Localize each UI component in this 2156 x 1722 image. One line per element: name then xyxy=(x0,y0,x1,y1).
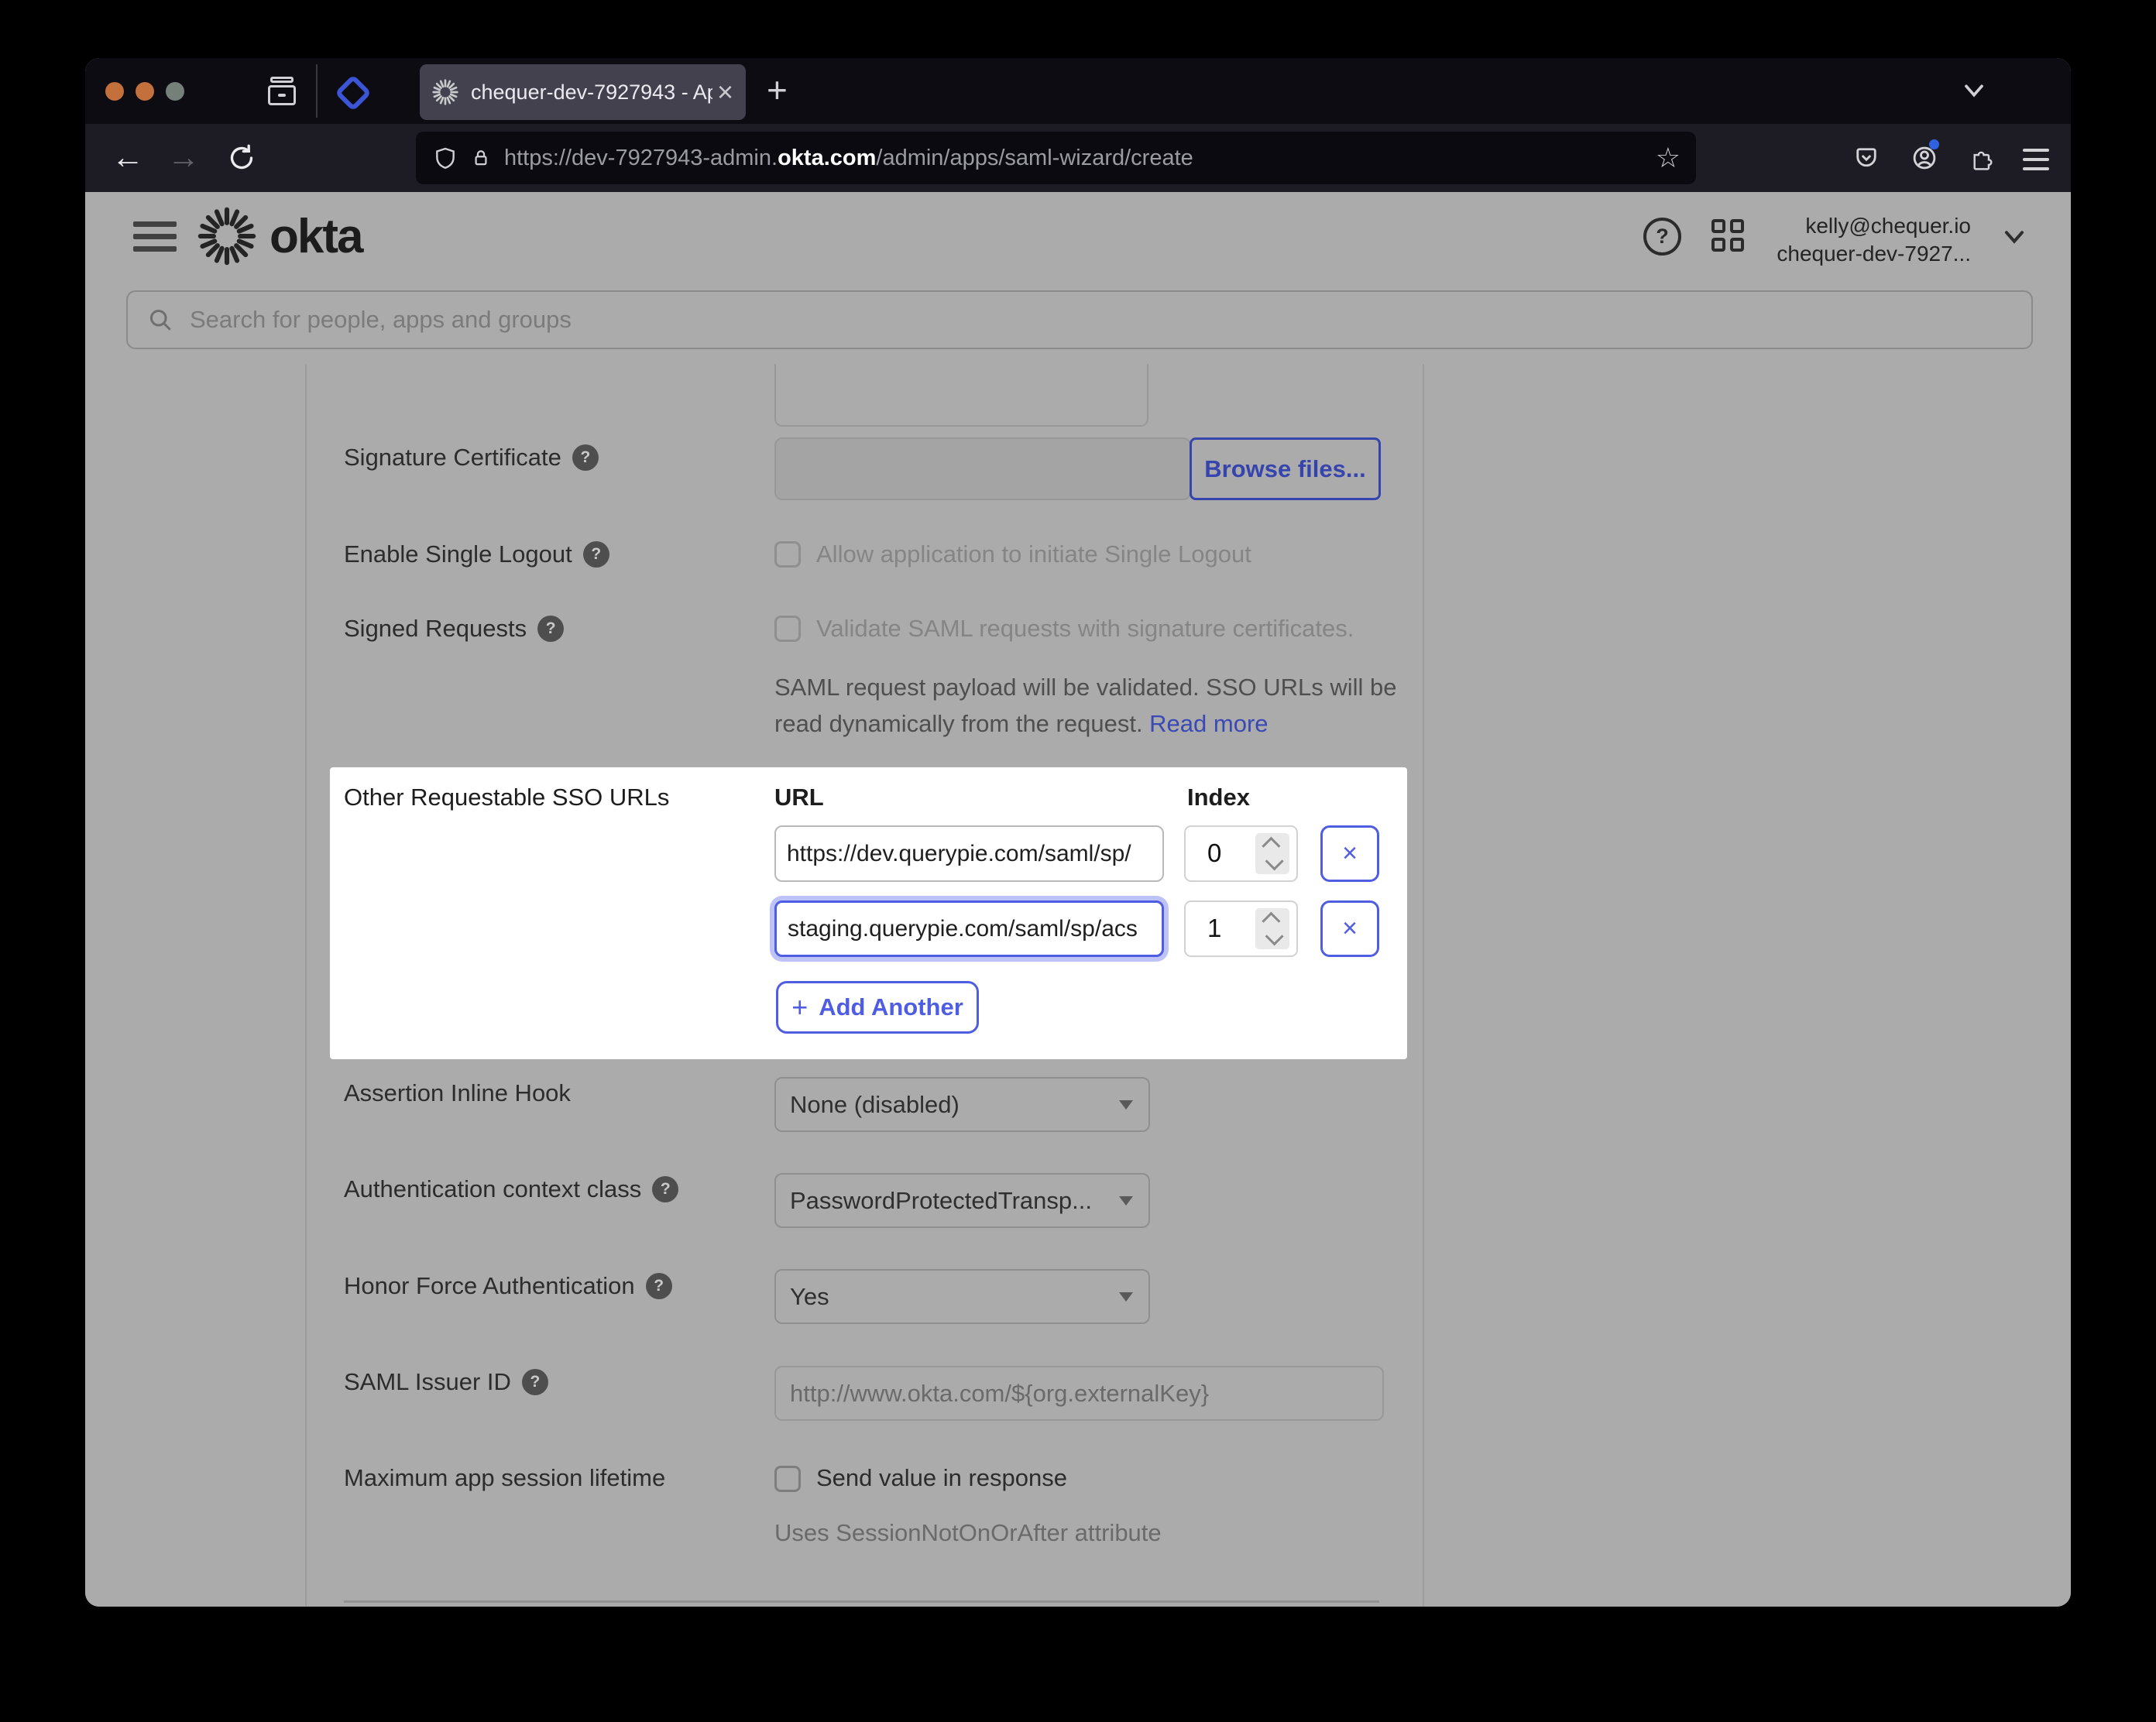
enable-single-logout-label: Enable Single Logout ? xyxy=(344,539,609,570)
max-session-lifetime-label: Maximum app session lifetime xyxy=(344,1463,665,1494)
stepper-arrows-icon[interactable] xyxy=(1255,833,1289,874)
tabs-list-chevron-icon[interactable] xyxy=(1962,83,1986,102)
send-value-in-response-checkbox[interactable] xyxy=(774,1466,801,1492)
active-tab[interactable]: chequer-dev-7927943 - Applica × xyxy=(420,64,746,120)
enable-single-logout-checkbox[interactable] xyxy=(774,541,801,568)
apps-grid-icon[interactable] xyxy=(1711,219,1744,252)
signed-requests-text: Validate SAML requests with signature ce… xyxy=(816,613,1354,644)
remove-sso-url-button-1[interactable]: × xyxy=(1320,900,1379,957)
okta-favicon-icon xyxy=(432,79,458,105)
search-input[interactable] xyxy=(188,305,2031,334)
dropdown-caret-icon xyxy=(1119,1292,1133,1302)
pocket-icon[interactable] xyxy=(1852,144,1880,176)
help-badge-icon[interactable]: ? xyxy=(522,1369,548,1395)
honor-force-auth-select[interactable]: Yes xyxy=(774,1269,1150,1324)
close-tab-icon[interactable]: × xyxy=(717,78,733,106)
reload-button[interactable] xyxy=(226,142,257,177)
assertion-inline-hook-label: Assertion Inline Hook xyxy=(344,1078,571,1109)
dropdown-caret-icon xyxy=(1119,1196,1133,1206)
other-sso-urls-panel: Other Requestable SSO URLs URL Index 0 ×… xyxy=(330,767,1407,1059)
honor-force-auth-label: Honor Force Authentication ? xyxy=(344,1271,672,1302)
partial-input-above[interactable] xyxy=(774,364,1148,427)
back-button[interactable]: ← xyxy=(112,141,144,173)
extensions-puzzle-icon[interactable] xyxy=(1969,144,1996,176)
minimize-window-button[interactable] xyxy=(136,82,154,101)
content-viewport: Signature Certificate ? Browse files... … xyxy=(85,364,2071,1607)
close-window-button[interactable] xyxy=(105,82,124,101)
stepper-arrows-icon[interactable] xyxy=(1255,908,1289,949)
signature-certificate-input[interactable] xyxy=(774,437,1191,500)
saml-issuer-id-label: SAML Issuer ID ? xyxy=(344,1367,548,1398)
account-icon[interactable] xyxy=(1911,144,1938,176)
zoom-window-button[interactable] xyxy=(166,82,184,101)
dropdown-caret-icon xyxy=(1119,1100,1133,1110)
index-column-header: Index xyxy=(1187,784,1250,811)
signature-certificate-label: Signature Certificate ? xyxy=(344,442,599,473)
account-email: kelly@chequer.io xyxy=(1777,212,1971,240)
url-bar[interactable]: https://dev-7927943-admin.okta.com/admin… xyxy=(416,132,1696,184)
sso-index-stepper-1[interactable]: 1 xyxy=(1184,900,1298,957)
global-search[interactable] xyxy=(126,290,2033,349)
help-badge-icon[interactable]: ? xyxy=(537,616,564,642)
lock-icon xyxy=(470,146,492,170)
url-column-header: URL xyxy=(774,784,824,811)
account-menu[interactable]: kelly@chequer.io chequer-dev-7927... xyxy=(1777,212,1971,268)
bookmark-star-icon[interactable]: ☆ xyxy=(1656,142,1681,174)
saml-issuer-id-input[interactable]: http://www.okta.com/${org.externalKey} xyxy=(774,1366,1384,1421)
okta-admin-page: okta ? kelly@chequer.io chequer-dev-7927… xyxy=(85,192,2071,1607)
sidebar-toggle-icon[interactable] xyxy=(268,77,296,106)
enable-single-logout-text: Allow application to initiate Single Log… xyxy=(816,539,1251,570)
extension-icon[interactable] xyxy=(338,77,369,108)
auth-context-class-select[interactable]: PasswordProtectedTransp... xyxy=(774,1173,1150,1228)
browse-files-button[interactable]: Browse files... xyxy=(1190,437,1381,500)
toolbar-divider xyxy=(316,64,318,118)
signed-requests-checkbox[interactable] xyxy=(774,616,801,642)
help-badge-icon[interactable]: ? xyxy=(652,1176,678,1202)
signed-requests-help: SAML request payload will be validated. … xyxy=(774,669,1417,742)
sso-url-input-1[interactable] xyxy=(774,900,1164,957)
tab-bar: chequer-dev-7927943 - Applica × + xyxy=(85,58,2071,124)
help-icon[interactable]: ? xyxy=(1643,218,1681,256)
help-badge-icon[interactable]: ? xyxy=(572,444,599,471)
section-divider xyxy=(344,1600,1379,1603)
browser-window: chequer-dev-7927943 - Applica × + ← → ht… xyxy=(85,58,2071,1607)
browser-menu-icon[interactable] xyxy=(2023,149,2049,170)
okta-logo-icon xyxy=(197,207,256,266)
okta-logo-text[interactable]: okta xyxy=(270,209,362,264)
help-badge-icon[interactable]: ? xyxy=(646,1273,672,1299)
sso-url-input-0[interactable] xyxy=(774,825,1164,882)
assertion-inline-hook-select[interactable]: None (disabled) xyxy=(774,1077,1150,1132)
account-chevron-down-icon[interactable] xyxy=(2003,229,2026,249)
shield-permissions-icon[interactable] xyxy=(433,145,458,171)
sso-index-stepper-0[interactable]: 0 xyxy=(1184,825,1298,882)
url-text[interactable]: https://dev-7927943-admin.okta.com/admin… xyxy=(504,146,1193,171)
help-badge-icon[interactable]: ? xyxy=(583,541,609,568)
session-note-text: Uses SessionNotOnOrAfter attribute xyxy=(774,1518,1162,1549)
account-org: chequer-dev-7927... xyxy=(1777,240,1971,268)
tab-title: chequer-dev-7927943 - Applica xyxy=(471,81,712,105)
read-more-link[interactable]: Read more xyxy=(1149,710,1268,737)
new-tab-button[interactable]: + xyxy=(767,69,788,111)
forward-button[interactable]: → xyxy=(167,141,200,173)
other-sso-urls-label: Other Requestable SSO URLs xyxy=(344,784,669,811)
remove-sso-url-button-0[interactable]: × xyxy=(1320,825,1379,882)
auth-context-class-label: Authentication context class ? xyxy=(344,1174,678,1205)
okta-menu-icon[interactable] xyxy=(133,221,177,252)
signed-requests-label: Signed Requests ? xyxy=(344,613,564,644)
traffic-lights xyxy=(105,82,184,101)
plus-icon: + xyxy=(791,991,808,1024)
add-another-button[interactable]: + Add Another xyxy=(776,981,979,1034)
send-value-in-response-text: Send value in response xyxy=(816,1463,1067,1494)
navigation-bar: ← → https://dev-7927943-admin.okta.com/a… xyxy=(85,124,2071,192)
account-notification-dot xyxy=(1929,139,1939,149)
search-icon xyxy=(146,306,174,334)
